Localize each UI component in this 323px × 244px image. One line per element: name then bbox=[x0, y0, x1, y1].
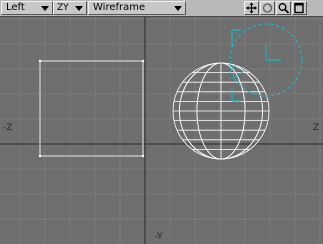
viewport-canvas[interactable] bbox=[0, 17, 323, 244]
render-mode-label: Wireframe bbox=[93, 2, 146, 13]
axis-label-right: Z bbox=[313, 123, 320, 133]
sphere-wireframe[interactable] bbox=[172, 62, 270, 160]
chevron-down-icon bbox=[41, 6, 49, 11]
axis-label-bottom: -Y bbox=[155, 232, 163, 242]
rotate-icon bbox=[262, 3, 273, 13]
maximize-icon bbox=[294, 2, 304, 14]
zoom-button[interactable] bbox=[276, 1, 291, 15]
box-wireframe[interactable] bbox=[38, 59, 145, 158]
axis-label-left: -Z bbox=[3, 123, 13, 133]
grid bbox=[0, 17, 323, 244]
view-select[interactable]: Left bbox=[1, 1, 53, 15]
light-ring[interactable] bbox=[227, 23, 303, 102]
axis-select[interactable]: ZY bbox=[53, 1, 87, 15]
rotate-button[interactable] bbox=[260, 1, 275, 15]
chevron-down-icon bbox=[75, 6, 83, 11]
zoom-icon bbox=[278, 3, 290, 14]
viewport-toolbar: Left ZY Wireframe bbox=[0, 0, 323, 17]
axis-select-label: ZY bbox=[57, 3, 69, 13]
chevron-down-icon bbox=[174, 6, 182, 11]
view-select-label: Left bbox=[6, 2, 25, 13]
render-mode-select[interactable]: Wireframe bbox=[88, 1, 186, 15]
viewport-window[interactable]: Left ZY Wireframe -Z Z -Y bbox=[0, 0, 323, 244]
move-button[interactable] bbox=[244, 1, 259, 15]
move-icon bbox=[246, 2, 257, 14]
maximize-button[interactable] bbox=[292, 1, 307, 15]
